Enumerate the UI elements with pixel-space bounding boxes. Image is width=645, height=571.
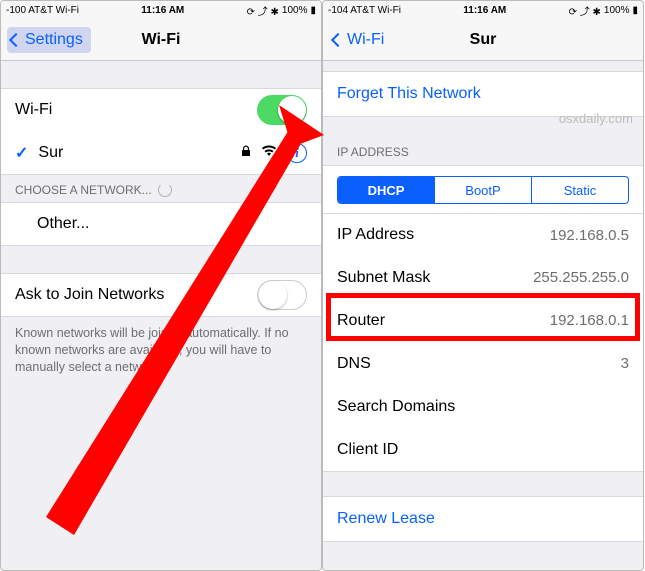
status-icons: ⟳ ⤴ ✱ [247,3,279,18]
status-time: 11:16 AM [141,5,184,16]
carrier-text: -104 AT&T Wi-Fi [328,5,401,16]
chevron-left-icon [9,33,23,47]
back-button-wifi[interactable]: Wi-Fi [329,27,392,53]
back-label: Wi-Fi [347,31,384,49]
wifi-toggle-row[interactable]: Wi-Fi [1,88,321,132]
seg-static[interactable]: Static [532,177,628,203]
nav-title: Wi-Fi [142,31,181,49]
chevron-left-icon [331,33,345,47]
other-network-row[interactable]: Other... [1,202,321,246]
footer-help-text: Known networks will be joined automatica… [1,317,321,384]
dns-value: 3 [621,355,629,372]
client-id-label: Client ID [337,441,398,459]
info-icon[interactable]: i [287,143,307,163]
router-row[interactable]: Router 192.168.0.1 [323,299,643,343]
ask-join-toggle[interactable] [257,280,307,310]
search-domains-row[interactable]: Search Domains [323,385,643,429]
network-name: Sur [38,144,63,162]
other-label: Other... [37,215,89,233]
ip-address-row[interactable]: IP Address 192.168.0.5 [323,213,643,257]
subnet-label: Subnet Mask [337,269,430,287]
nav-bar: Wi-Fi Sur [323,19,643,61]
choose-network-header: CHOOSE A NETWORK... [1,175,321,203]
seg-dhcp[interactable]: DHCP [338,177,435,203]
battery-text: 100% [282,5,308,16]
carrier-text: -100 AT&T Wi-Fi [6,5,79,16]
ip-address-header: IP ADDRESS [323,137,643,165]
search-domains-label: Search Domains [337,398,455,416]
seg-bootp[interactable]: BootP [435,177,532,203]
watermark-text: osxdaily.com [559,111,633,126]
ask-join-label: Ask to Join Networks [15,286,164,304]
dns-row[interactable]: DNS 3 [323,342,643,386]
ask-to-join-row[interactable]: Ask to Join Networks [1,273,321,317]
battery-text: 100% [604,5,630,16]
wifi-label: Wi-Fi [15,101,52,119]
ip-value: 192.168.0.5 [550,227,629,244]
subnet-mask-row[interactable]: Subnet Mask 255.255.255.0 [323,256,643,300]
nav-title: Sur [470,31,497,49]
back-button-settings[interactable]: Settings [7,27,91,53]
dns-label: DNS [337,355,371,373]
settings-wifi-screen: -100 AT&T Wi-Fi 11:16 AM ⟳ ⤴ ✱ 100% ▮ Se… [0,0,322,571]
subnet-value: 255.255.255.0 [533,269,629,286]
battery-icon: ▮ [632,5,638,16]
lock-icon [241,144,251,162]
network-detail-screen: -104 AT&T Wi-Fi 11:16 AM ⟳ ⤴ ✱ 100% ▮ Wi… [322,0,644,571]
status-bar: -100 AT&T Wi-Fi 11:16 AM ⟳ ⤴ ✱ 100% ▮ [1,1,321,19]
ip-mode-segmented[interactable]: DHCP BootP Static [337,176,629,204]
status-time: 11:16 AM [463,5,506,16]
checkmark-icon: ✓ [15,143,28,163]
spinner-icon [158,183,172,197]
wifi-icon [261,144,277,162]
renew-lease-button[interactable]: Renew Lease [323,496,643,542]
battery-icon: ▮ [310,5,316,16]
ip-label: IP Address [337,226,414,244]
wifi-toggle[interactable] [257,95,307,125]
status-bar: -104 AT&T Wi-Fi 11:16 AM ⟳ ⤴ ✱ 100% ▮ [323,1,643,19]
status-icons: ⟳ ⤴ ✱ [569,3,601,18]
back-label: Settings [25,31,83,49]
connected-network-row[interactable]: ✓ Sur i [1,131,321,175]
nav-bar: Settings Wi-Fi [1,19,321,61]
router-label: Router [337,312,385,330]
router-value: 192.168.0.1 [550,312,629,329]
client-id-row[interactable]: Client ID [323,428,643,472]
